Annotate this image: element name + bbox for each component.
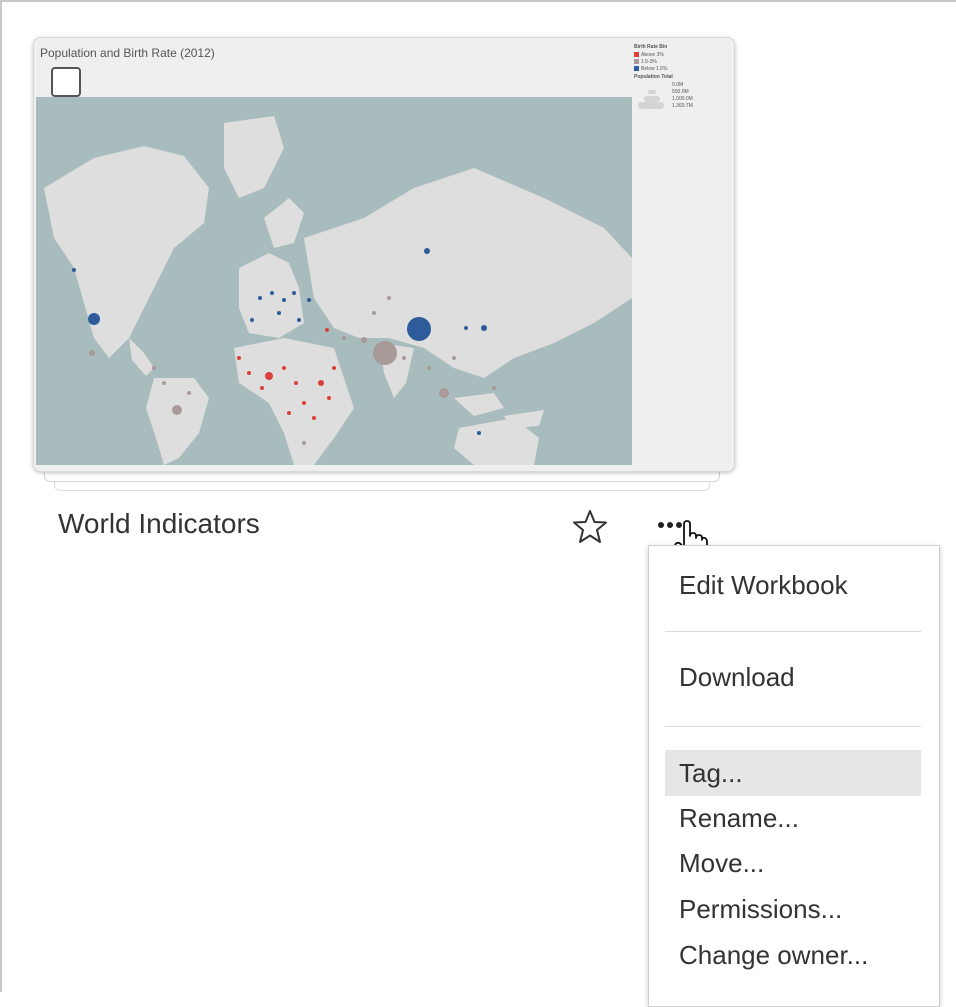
menu-divider-2 (665, 726, 921, 727)
bubble-usa (88, 313, 100, 325)
bubble-india (373, 341, 397, 365)
menu-item-rename[interactable]: Rename... (665, 795, 921, 841)
star-outline-icon[interactable] (571, 508, 609, 546)
legend-swatch-above (634, 52, 639, 57)
menu-item-move[interactable]: Move... (665, 840, 921, 886)
viz-title: Population and Birth Rate (2012) (40, 46, 215, 60)
menu-item-edit-workbook[interactable]: Edit Workbook (665, 562, 921, 608)
menu-item-download[interactable]: Download (665, 654, 921, 700)
bubble-indonesia (439, 388, 449, 398)
page-frame-left (0, 0, 10, 992)
menu-item-tag[interactable]: Tag... (665, 750, 921, 796)
page-frame-top (0, 0, 956, 10)
bubble-russia (424, 248, 430, 254)
menu-item-permissions[interactable]: Permissions... (665, 886, 921, 932)
bubble-nigeria (265, 372, 273, 380)
legend-size-shape-1 (648, 90, 656, 94)
legend-size-0: 0.0M (672, 82, 684, 88)
legend-heading-birth-rate: Birth Rate Bin (634, 44, 668, 50)
select-checkbox[interactable] (51, 67, 81, 97)
legend-size-shape-3 (638, 102, 664, 109)
legend-bin-below: Below 1.5% (641, 66, 668, 72)
legend-bin-mid: 1.5-3% (641, 59, 657, 65)
legend-bin-above: Above 3% (641, 52, 664, 58)
legend-size-1: 500.0M (672, 89, 689, 95)
workbook-card[interactable]: Population and Birth Rate (2012) Birth R… (33, 37, 735, 472)
bubble-japan (481, 325, 487, 331)
legend-size-3: 1,360.7M (672, 103, 693, 109)
workbook-actions-menu: Edit Workbook Download Tag... Rename... … (648, 545, 940, 1007)
legend-swatch-mid (634, 59, 639, 64)
workbook-thumbnail[interactable] (34, 38, 734, 471)
viz-legend: Birth Rate Bin Above 3% 1.5-3% Below 1.5… (632, 38, 734, 471)
bubble-mexico (89, 350, 95, 356)
bubble-brazil (172, 405, 182, 415)
workbook-name[interactable]: World Indicators (58, 508, 260, 540)
menu-divider-1 (665, 631, 921, 632)
menu-item-change-owner[interactable]: Change owner... (665, 932, 921, 978)
legend-swatch-below (634, 66, 639, 71)
bubble-china (407, 317, 431, 341)
bubble-pakistan (361, 337, 367, 343)
bubble-ethiopia (318, 380, 324, 386)
legend-size-2: 1,000.0M (672, 96, 693, 102)
legend-heading-population: Population Total (634, 74, 673, 80)
